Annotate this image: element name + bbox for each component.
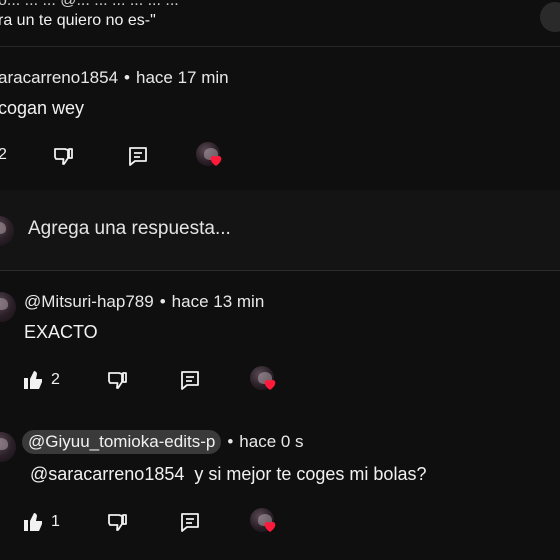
reply-comment: @Giyuu_tomioka-edits-p • hace 0 s @sarac… <box>0 418 560 560</box>
user-avatar <box>0 216 14 246</box>
separator-dot: • <box>159 292 166 311</box>
mention-link[interactable]: @saracarreno1854 <box>30 464 184 485</box>
comment-text-line: @saracarreno1854 y si mejor te coges mi … <box>30 464 426 485</box>
comment-author[interactable]: @Mitsuri-hap789 <box>24 292 154 312</box>
thumbs-down-icon[interactable] <box>106 510 130 534</box>
comment-author[interactable]: aracarreno1854 <box>0 68 118 88</box>
thumbs-up-icon[interactable] <box>22 510 46 534</box>
comment-text: cogan wey <box>0 98 85 118</box>
comment-text: EXACTO <box>24 322 98 342</box>
reply-input-section: Agrega una respuesta... <box>0 190 560 270</box>
thumbs-up-icon[interactable] <box>22 368 46 392</box>
thumbs-down-icon[interactable] <box>106 368 130 392</box>
reply-icon[interactable] <box>178 368 202 392</box>
comment-author-chip[interactable]: @Giyuu_tomioka-edits-p <box>22 430 222 454</box>
reply-placeholder: Agrega una respuesta... <box>28 218 231 239</box>
thumbs-down-icon[interactable] <box>52 144 76 168</box>
reply-icon[interactable] <box>126 144 150 168</box>
divider-mid <box>0 270 560 271</box>
comment-header: aracarreno1854 • hace 17 min <box>0 68 229 88</box>
top-comment-line-1: o... ... ... @... ... ... ... ... ... <box>0 0 179 9</box>
top-comment-line-2: ra un te quiero no es-" <box>0 12 156 29</box>
top-comment-fragment: o... ... ... @... ... ... ... ... ... ra… <box>0 0 560 40</box>
creator-heart-icon <box>250 508 280 538</box>
like-count: 2 <box>0 146 7 163</box>
reply-comment: aracarreno1854 • hace 17 min cogan wey 2 <box>0 46 560 186</box>
reply-comment: @Mitsuri-hap789 • hace 13 min EXACTO 2 <box>0 272 560 412</box>
comment-header: @Mitsuri-hap789 • hace 13 min <box>24 292 264 312</box>
creator-heart-icon <box>250 366 280 396</box>
separator-dot: • <box>227 432 234 451</box>
avatar[interactable] <box>0 292 16 322</box>
reply-input[interactable]: Agrega una respuesta... <box>28 218 231 240</box>
separator-dot: • <box>124 68 130 87</box>
comment-header: @Giyuu_tomioka-edits-p • hace 0 s <box>22 430 304 454</box>
like-count: 1 <box>51 513 60 530</box>
avatar-partial <box>540 2 560 32</box>
avatar[interactable] <box>0 432 16 462</box>
comment-time: hace 17 min <box>135 68 229 87</box>
creator-heart-icon <box>196 142 226 172</box>
like-count: 2 <box>51 371 60 388</box>
comment-text: y si mejor te coges mi bolas? <box>194 464 427 484</box>
reply-icon[interactable] <box>178 510 202 534</box>
comment-time: hace 13 min <box>171 292 265 311</box>
comment-time: hace 0 s <box>239 432 304 451</box>
